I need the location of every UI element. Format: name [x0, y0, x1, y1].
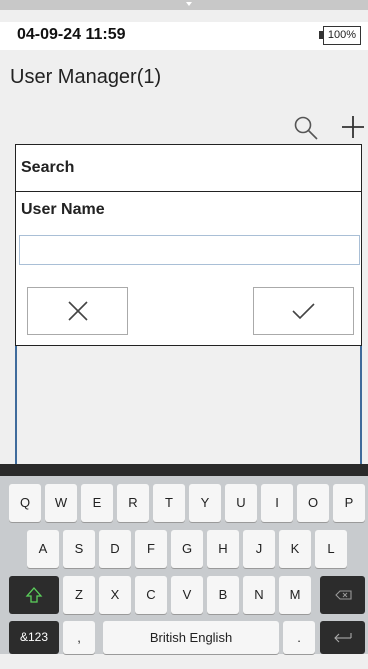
- dialog-title: Search: [16, 145, 361, 192]
- key-t[interactable]: T: [153, 484, 185, 522]
- comma-key[interactable]: ,: [63, 621, 95, 654]
- confirm-button[interactable]: [253, 287, 354, 335]
- key-d[interactable]: D: [99, 530, 131, 568]
- page-title: User Manager(1): [10, 66, 162, 88]
- key-i[interactable]: I: [261, 484, 293, 522]
- shift-key[interactable]: [9, 576, 59, 614]
- cancel-button[interactable]: [27, 287, 128, 335]
- key-x[interactable]: X: [99, 576, 131, 614]
- backspace-key[interactable]: [320, 576, 365, 614]
- enter-key[interactable]: [320, 621, 365, 654]
- onscreen-keyboard: Q W E R T Y U I O P A S D F G H J K L Z …: [0, 464, 368, 654]
- period-key[interactable]: .: [283, 621, 315, 654]
- plus-icon[interactable]: [340, 113, 366, 141]
- close-icon: [68, 301, 88, 321]
- key-b[interactable]: B: [207, 576, 239, 614]
- keyboard-keys-panel: Q W E R T Y U I O P A S D F G H J K L Z …: [0, 476, 368, 654]
- search-dialog: Search User Name: [15, 144, 362, 346]
- key-a[interactable]: A: [27, 530, 59, 568]
- key-q[interactable]: Q: [9, 484, 41, 522]
- key-s[interactable]: S: [63, 530, 95, 568]
- key-h[interactable]: H: [207, 530, 239, 568]
- key-y[interactable]: Y: [189, 484, 221, 522]
- key-o[interactable]: O: [297, 484, 329, 522]
- key-l[interactable]: L: [315, 530, 347, 568]
- backspace-icon: [335, 590, 352, 600]
- key-e[interactable]: E: [81, 484, 113, 522]
- enter-arrow-icon: [334, 633, 352, 643]
- user-name-label: User Name: [21, 201, 105, 218]
- user-name-input[interactable]: [19, 235, 360, 265]
- search-icon[interactable]: [292, 114, 320, 142]
- key-v[interactable]: V: [171, 576, 203, 614]
- user-list-area: [15, 346, 362, 464]
- battery-indicator: 100%: [323, 26, 361, 45]
- key-g[interactable]: G: [171, 530, 203, 568]
- symbols-key[interactable]: &123: [9, 621, 59, 654]
- key-n[interactable]: N: [243, 576, 275, 614]
- key-r[interactable]: R: [117, 484, 149, 522]
- key-z[interactable]: Z: [63, 576, 95, 614]
- space-key[interactable]: British English: [103, 621, 279, 654]
- status-time: 04-09-24 11:59: [17, 26, 126, 43]
- key-u[interactable]: U: [225, 484, 257, 522]
- key-k[interactable]: K: [279, 530, 311, 568]
- shift-arrow-icon: [25, 587, 43, 603]
- key-f[interactable]: F: [135, 530, 167, 568]
- status-bar: 04-09-24 11:59 100%: [0, 22, 368, 50]
- checkmark-icon: [292, 303, 315, 320]
- key-c[interactable]: C: [135, 576, 167, 614]
- key-p[interactable]: P: [333, 484, 365, 522]
- key-j[interactable]: J: [243, 530, 275, 568]
- pulldown-arrow-icon: [186, 2, 192, 6]
- key-m[interactable]: M: [279, 576, 311, 614]
- key-w[interactable]: W: [45, 484, 77, 522]
- top-drag-bar[interactable]: [0, 0, 368, 10]
